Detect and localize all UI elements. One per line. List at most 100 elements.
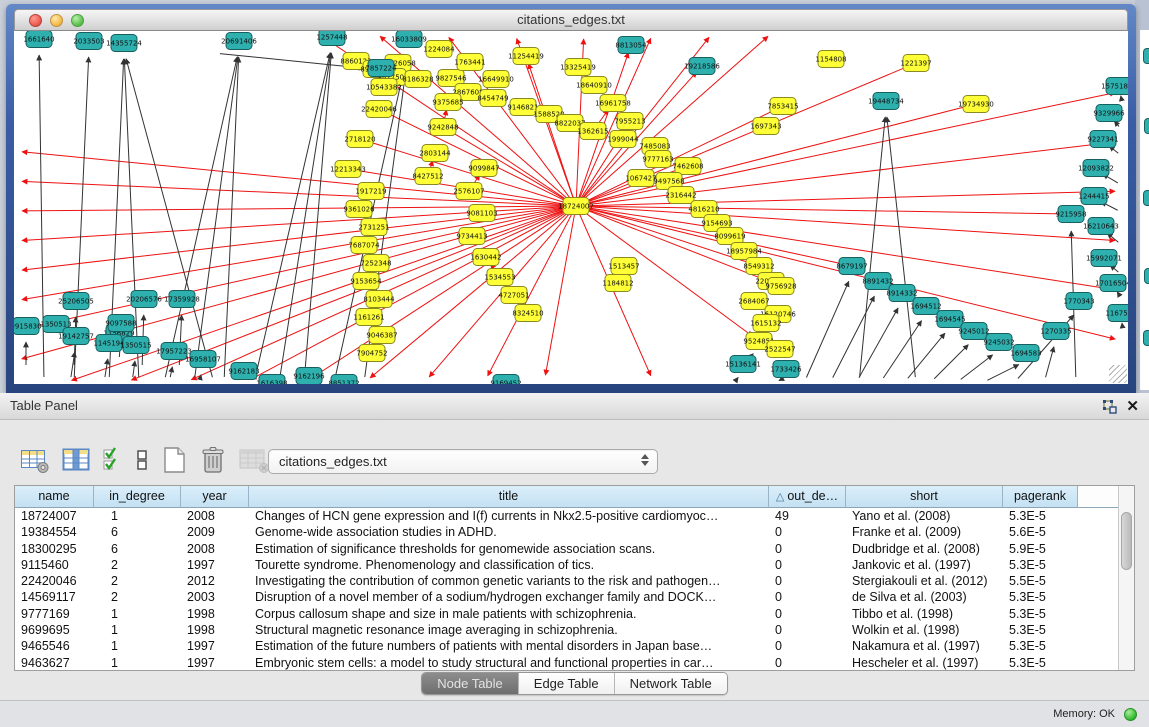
graph-node[interactable]: 9215958: [1055, 206, 1086, 223]
table-cell[interactable]: 9465546: [15, 638, 94, 654]
graph-node[interactable]: 2576107: [453, 183, 484, 200]
table-row[interactable]: 1830029562008Estimation of significance …: [15, 541, 1118, 557]
column-header-title[interactable]: title: [249, 486, 769, 508]
table-cell[interactable]: Estimation of significance thresholds fo…: [249, 541, 769, 557]
graph-node[interactable]: 15136141: [725, 356, 761, 373]
graph-edge[interactable]: [934, 345, 968, 379]
tab-edge-table[interactable]: Edge Table: [519, 673, 615, 694]
graph-node[interactable]: 1763441: [454, 54, 485, 71]
graph-node[interactable]: 9915830: [14, 318, 42, 335]
resize-grip[interactable]: [1109, 365, 1127, 383]
table-cell[interactable]: 0: [769, 606, 846, 622]
table-cell[interactable]: 2009: [181, 524, 249, 540]
graph-node[interactable]: 1534553: [484, 269, 515, 286]
graph-node[interactable]: 2033503: [73, 33, 104, 50]
graph-node[interactable]: 8099619: [714, 228, 745, 245]
graph-node[interactable]: 1615132: [750, 315, 781, 332]
table-cell[interactable]: 1998: [181, 622, 249, 638]
graph-node[interactable]: 7853415: [767, 98, 798, 115]
graph-node[interactable]: 9245032: [983, 334, 1014, 351]
graph-node[interactable]: 22420046: [361, 101, 397, 118]
table-cell[interactable]: 1: [94, 655, 181, 670]
table-cell[interactable]: 1: [94, 638, 181, 654]
graph-edge[interactable]: [578, 211, 650, 375]
graph-node[interactable]: 1513457: [608, 258, 639, 275]
table-cell[interactable]: Nakamura et al. (1997): [846, 638, 1003, 654]
graph-node[interactable]: 19142757: [58, 328, 94, 345]
graph-node[interactable]: 9099847: [468, 160, 499, 177]
graph-node[interactable]: 2316442: [665, 187, 696, 204]
graph-node[interactable]: 1221397: [900, 55, 931, 72]
table-cell[interactable]: Wolkin et al. (1998): [846, 622, 1003, 638]
graph-node[interactable]: 1694512: [910, 298, 941, 315]
table-scrollbar-thumb[interactable]: [1121, 512, 1132, 570]
graph-node[interactable]: 9756928: [765, 278, 796, 295]
table-cell[interactable]: Structural magnetic resonance image aver…: [249, 622, 769, 638]
graph-node[interactable]: 1917219: [355, 183, 386, 200]
table-cell[interactable]: Corpus callosum shape and size in male p…: [249, 606, 769, 622]
delete-column-icon[interactable]: [199, 445, 227, 475]
table-scrollbar[interactable]: [1118, 486, 1134, 670]
table-cell[interactable]: 1997: [181, 655, 249, 670]
graph-node[interactable]: 1999044: [607, 131, 639, 148]
table-cell[interactable]: 19384554: [15, 524, 94, 540]
graph-node[interactable]: 12213343: [330, 161, 366, 178]
table-cell[interactable]: 2003: [181, 589, 249, 605]
graph-node[interactable]: 9162196: [293, 368, 325, 385]
graph-edge[interactable]: [22, 207, 570, 329]
graph-edge[interactable]: [806, 281, 848, 377]
graph-node[interactable]: 2522547: [764, 341, 795, 358]
table-cell[interactable]: Tourette syndrome. Phenomenology and cla…: [249, 557, 769, 573]
table-row[interactable]: 1872400712008Changes of HCN gene express…: [15, 508, 1118, 524]
graph-node[interactable]: 15751874: [1101, 78, 1128, 95]
table-row[interactable]: 1456911722003Disruption of a novel membe…: [15, 589, 1118, 605]
table-cell[interactable]: 5.3E-5: [1003, 508, 1078, 524]
table-cell[interactable]: 22420046: [15, 573, 94, 589]
table-cell[interactable]: 2008: [181, 541, 249, 557]
column-header-short[interactable]: short: [846, 486, 1003, 508]
graph-node[interactable]: 19734930: [958, 96, 994, 113]
table-cell[interactable]: Franke et al. (2009): [846, 524, 1003, 540]
graph-node[interactable]: 2718120: [344, 131, 375, 148]
graph-node[interactable]: 9329966: [1093, 105, 1125, 122]
table-cell[interactable]: 5.3E-5: [1003, 622, 1078, 638]
graph-edge[interactable]: [582, 206, 1063, 214]
graph-node[interactable]: 7955213: [614, 113, 645, 130]
graph-node[interactable]: 2684067: [738, 293, 769, 310]
table-row[interactable]: 2242004622012Investigating the contribut…: [15, 573, 1118, 589]
table-cell[interactable]: 1997: [181, 557, 249, 573]
table-cell[interactable]: 5.3E-5: [1003, 589, 1078, 605]
column-header-year[interactable]: year: [181, 486, 249, 508]
table-row[interactable]: 969969511998Structural magnetic resonanc…: [15, 622, 1118, 638]
table-cell[interactable]: Embryonic stem cells: a model to study s…: [249, 655, 769, 670]
table-cell[interactable]: 9777169: [15, 606, 94, 622]
table-cell[interactable]: 2012: [181, 573, 249, 589]
table-cell[interactable]: Jankovic et al. (1997): [846, 557, 1003, 573]
graph-node[interactable]: 7252348: [360, 255, 391, 272]
table-cell[interactable]: 5.3E-5: [1003, 655, 1078, 670]
graph-node[interactable]: 8549312: [743, 258, 774, 275]
graph-node[interactable]: 4727051: [498, 287, 529, 304]
table-cell[interactable]: Genome-wide association studies in ADHD.: [249, 524, 769, 540]
graph-node[interactable]: 17016504: [1095, 275, 1128, 292]
table-cell[interactable]: de Silva et al. (2003): [846, 589, 1003, 605]
graph-edge[interactable]: [859, 308, 898, 378]
graph-node[interactable]: 9242848: [427, 119, 458, 136]
table-cell[interactable]: 0: [769, 622, 846, 638]
graph-edge[interactable]: [582, 207, 1115, 290]
close-window-button[interactable]: [29, 14, 42, 27]
table-cell[interactable]: 9115460: [15, 557, 94, 573]
graph-node[interactable]: 11254419: [508, 48, 544, 65]
graph-node[interactable]: 8427512: [412, 168, 443, 185]
graph-node[interactable]: 14355724: [106, 35, 142, 52]
row-height-icon[interactable]: [135, 446, 149, 474]
table-cell[interactable]: 0: [769, 655, 846, 670]
table-cell[interactable]: 6: [94, 541, 181, 557]
table-cell[interactable]: Disruption of a novel member of a sodium…: [249, 589, 769, 605]
graph-node[interactable]: 1184812: [602, 275, 633, 292]
graph-node[interactable]: 13325419: [560, 59, 596, 76]
column-header-out-degree[interactable]: △out_de…: [769, 486, 846, 508]
table-cell[interactable]: 18300295: [15, 541, 94, 557]
table-cell[interactable]: 2: [94, 589, 181, 605]
graph-node[interactable]: 1733426: [770, 361, 802, 378]
